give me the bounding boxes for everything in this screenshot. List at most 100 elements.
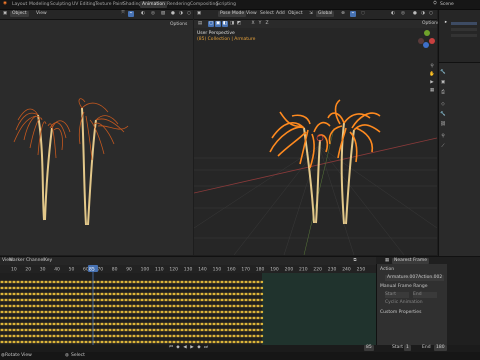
- pan-icon[interactable]: ✋: [429, 72, 435, 78]
- add-menu[interactable]: Add: [276, 11, 285, 17]
- select-menu[interactable]: Select: [260, 11, 274, 17]
- overlay-icon[interactable]: ◎: [400, 11, 406, 17]
- keyframe: [144, 328, 148, 332]
- shading-solid-icon[interactable]: ●: [412, 11, 418, 17]
- keyframe: [232, 316, 236, 320]
- next-keyframe-icon[interactable]: ◆: [196, 345, 202, 351]
- outliner-row[interactable]: [451, 34, 477, 37]
- shading-solid-icon[interactable]: ●: [170, 11, 176, 17]
- select-extend-icon[interactable]: ▣: [215, 21, 221, 27]
- left-mode-select[interactable]: Object: [10, 11, 29, 17]
- navigation-gizmo[interactable]: [418, 30, 436, 58]
- tab-scripting[interactable]: Scripting: [214, 1, 238, 8]
- mirror-z-icon[interactable]: Z: [264, 21, 270, 27]
- perspective-icon[interactable]: ▦: [429, 88, 435, 94]
- gizmo-z-axis-icon[interactable]: [423, 42, 429, 48]
- gizmo-neg-axis-icon[interactable]: [418, 38, 424, 44]
- frame-number: 230: [328, 267, 337, 273]
- prev-keyframe-icon[interactable]: ◆: [175, 345, 181, 351]
- visibility-icon[interactable]: ◐: [140, 11, 146, 17]
- snap-icon[interactable]: ⌁: [350, 11, 356, 17]
- mirror-y-icon[interactable]: Y: [257, 21, 263, 27]
- scene-name[interactable]: Scene: [440, 2, 454, 8]
- mirror-x-icon[interactable]: X: [250, 21, 256, 27]
- proportional-icon[interactable]: ◌: [360, 11, 366, 17]
- action-name-field[interactable]: Armature.007Action.002: [385, 275, 445, 281]
- zoom-icon[interactable]: ⚲: [429, 64, 435, 70]
- pivot-icon[interactable]: ⊕: [340, 11, 346, 17]
- output-properties-icon[interactable]: ⎙: [440, 90, 446, 96]
- modifier-properties-icon[interactable]: 🔧: [440, 112, 446, 118]
- blender-logo-icon[interactable]: ◉: [2, 1, 8, 7]
- dopesheet-channel-menu[interactable]: Channel: [26, 258, 44, 264]
- object-properties-icon[interactable]: ◇: [440, 102, 446, 108]
- pose-mode-select[interactable]: Pose Mode: [218, 11, 247, 17]
- play-reverse-icon[interactable]: ◀: [182, 345, 188, 351]
- end-frame-field[interactable]: 180: [434, 345, 447, 351]
- visibility-icon[interactable]: ◐: [390, 11, 396, 17]
- camera-view-icon[interactable]: ▶: [429, 80, 435, 86]
- keyframe: [244, 286, 248, 290]
- select-box-icon[interactable]: ▢: [208, 21, 214, 27]
- keyframe: [184, 316, 188, 320]
- keyframe: [16, 328, 20, 332]
- transform-icon[interactable]: ⤧: [120, 11, 126, 17]
- render-properties-icon[interactable]: ▣: [440, 80, 446, 86]
- keyframe: [4, 316, 8, 320]
- snap-toggle-icon[interactable]: ⧉: [352, 258, 358, 264]
- shading-render-icon[interactable]: ○: [186, 11, 192, 17]
- shading-material-icon[interactable]: ◑: [420, 11, 426, 17]
- select-subtract-icon[interactable]: ◧: [222, 21, 228, 27]
- collection-icon[interactable]: ▸: [443, 20, 449, 26]
- dopesheet-marker-menu[interactable]: Marker: [9, 258, 25, 264]
- right-options-button[interactable]: Options: [422, 21, 439, 27]
- shading-render-icon[interactable]: ○: [428, 11, 434, 17]
- overlay-icon[interactable]: ◎: [150, 11, 156, 17]
- cyclic-animation-checkbox[interactable]: Cyclic Animation: [385, 300, 423, 306]
- frame-end-field[interactable]: End: [413, 292, 437, 298]
- keyframe: [176, 292, 180, 296]
- editor-type-icon[interactable]: ▣: [2, 11, 8, 17]
- outliner-row[interactable]: [451, 22, 477, 25]
- right-viewport[interactable]: User Perspective (85) Collection | Armat…: [194, 28, 437, 255]
- orientation-select[interactable]: Global: [316, 11, 335, 17]
- tool-properties-icon[interactable]: 🔧: [440, 70, 446, 76]
- keyframe: [220, 328, 224, 332]
- outliner-row[interactable]: [451, 28, 477, 31]
- data-properties-icon[interactable]: ⚲: [440, 134, 446, 140]
- keyframe: [40, 316, 44, 320]
- keyframe: [80, 298, 84, 302]
- keyframe: [32, 304, 36, 308]
- frame-start-field[interactable]: Start: [385, 292, 409, 298]
- keyframe: [184, 322, 188, 326]
- select-intersect-icon[interactable]: ◩: [236, 21, 242, 27]
- view-menu[interactable]: View: [246, 11, 257, 17]
- tool-settings-icon[interactable]: ▤: [197, 21, 203, 27]
- play-icon[interactable]: ▶: [189, 345, 195, 351]
- xray-icon[interactable]: ▧: [160, 11, 166, 17]
- keyframe: [160, 310, 164, 314]
- action-panel-header[interactable]: Action: [380, 267, 394, 273]
- gizmo-x-axis-icon[interactable]: [429, 38, 435, 44]
- snap-icon[interactable]: ⌁: [128, 11, 134, 17]
- custom-properties-header[interactable]: Custom Properties: [380, 310, 421, 316]
- object-menu[interactable]: Object: [288, 11, 303, 17]
- select-invert-icon[interactable]: ◨: [229, 21, 235, 27]
- tab-animation[interactable]: Animation: [140, 1, 167, 8]
- start-frame-field[interactable]: 1: [404, 345, 411, 351]
- dopesheet-key-menu[interactable]: Key: [44, 258, 52, 264]
- editor-type-icon[interactable]: ▣: [196, 11, 202, 17]
- bone-properties-icon[interactable]: ⟋: [440, 144, 446, 150]
- keyframe: [180, 286, 184, 290]
- left-view-menu[interactable]: View: [36, 11, 47, 17]
- manual-frame-range-checkbox[interactable]: Manual Frame Range: [380, 284, 428, 290]
- jump-start-icon[interactable]: ⏮: [168, 345, 174, 351]
- gizmo-y-axis-icon[interactable]: [424, 30, 430, 36]
- jump-end-icon[interactable]: ⏭: [203, 345, 209, 351]
- orientation-icon[interactable]: ⇲: [308, 11, 314, 17]
- left-viewport[interactable]: Options: [0, 20, 193, 255]
- constraint-properties-icon[interactable]: ⛓: [440, 122, 446, 128]
- current-frame-field[interactable]: 85: [364, 345, 374, 351]
- shading-material-icon[interactable]: ◑: [178, 11, 184, 17]
- outliner[interactable]: ▸: [439, 10, 480, 63]
